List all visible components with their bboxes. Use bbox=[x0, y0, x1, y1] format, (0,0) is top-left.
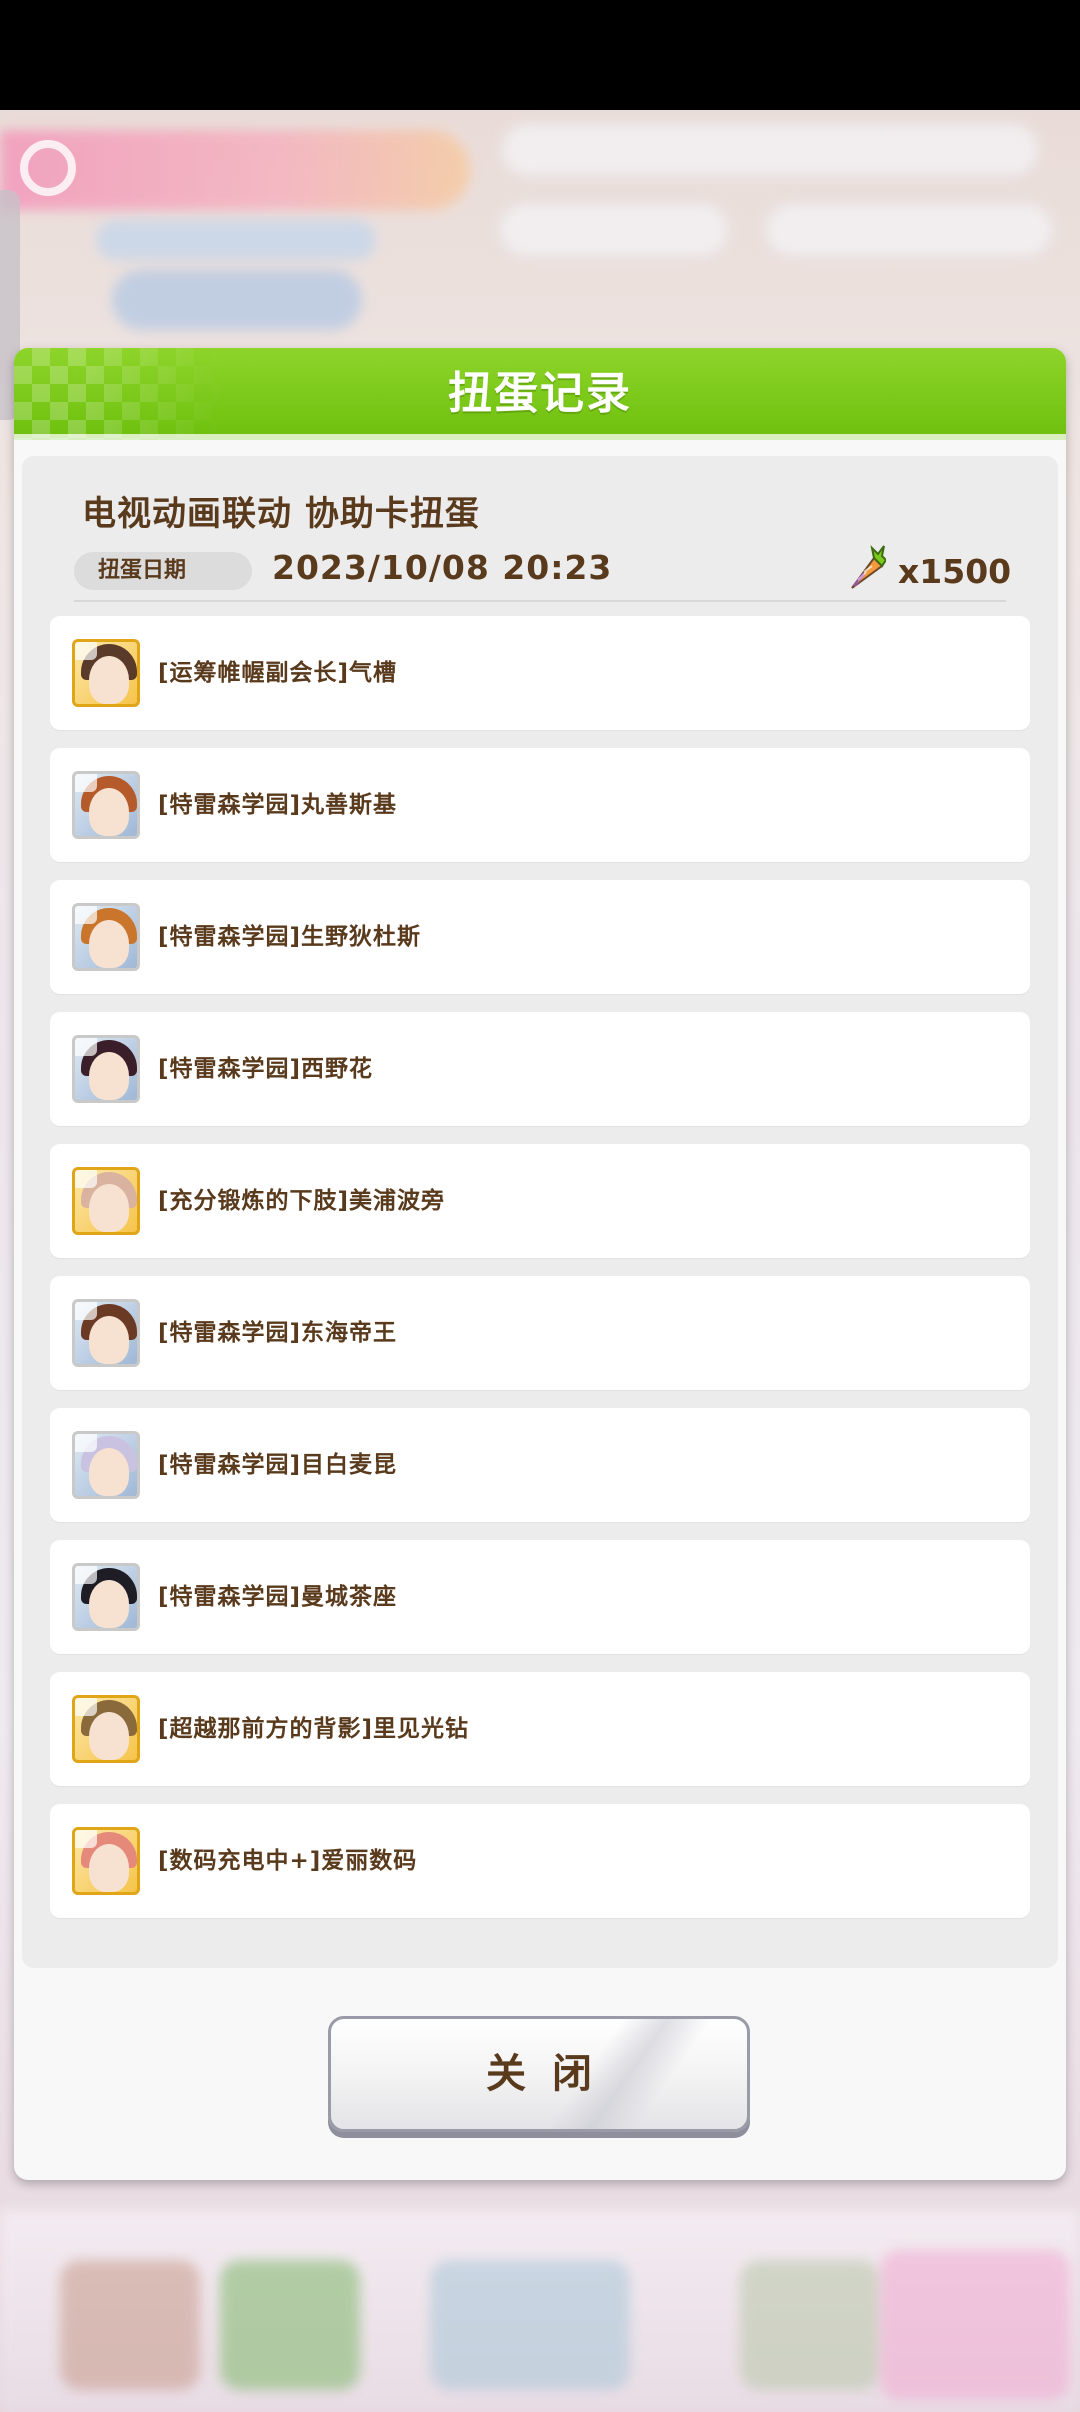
support-card-thumbnail-icon bbox=[72, 639, 140, 707]
support-card-thumbnail-icon bbox=[72, 1695, 140, 1763]
result-row[interactable]: [特雷森学园]丸善斯基 bbox=[50, 748, 1030, 862]
portrait-face bbox=[89, 1844, 129, 1892]
background-footer-item-3 bbox=[430, 2260, 630, 2390]
portrait-face bbox=[89, 788, 129, 836]
rarity-badge-icon bbox=[75, 1434, 97, 1452]
rarity-badge-icon bbox=[75, 1698, 97, 1716]
result-label: [特雷森学园]东海帝王 bbox=[158, 1320, 398, 1346]
support-card-thumbnail-icon bbox=[72, 1563, 140, 1631]
portrait-face bbox=[89, 920, 129, 968]
result-label: [数码充电中+]爱丽数码 bbox=[158, 1848, 418, 1874]
support-card-thumbnail-icon bbox=[72, 1431, 140, 1499]
rarity-badge-icon bbox=[75, 1830, 97, 1848]
background-footer-item-5 bbox=[880, 2250, 1070, 2400]
divider bbox=[74, 600, 1006, 602]
rarity-badge-icon bbox=[75, 1170, 97, 1188]
close-button[interactable]: 关闭 bbox=[328, 2016, 750, 2132]
dialog-header: 扭蛋记录 bbox=[14, 348, 1066, 440]
close-button-label: 关闭 bbox=[486, 2051, 618, 2097]
back-icon bbox=[20, 140, 76, 196]
portrait-face bbox=[89, 1316, 129, 1364]
banner-name: 电视动画联动 协助卡扭蛋 bbox=[82, 494, 480, 534]
history-panel: 电视动画联动 协助卡扭蛋 扭蛋日期 2023/10/08 20:23 x1500… bbox=[22, 456, 1058, 1968]
background-logo-plate bbox=[112, 270, 362, 330]
date-label: 扭蛋日期 bbox=[74, 552, 252, 590]
result-label: [特雷森学园]曼城茶座 bbox=[158, 1584, 398, 1610]
result-label: [特雷森学园]西野花 bbox=[158, 1056, 374, 1082]
background-footer-item-1 bbox=[60, 2260, 200, 2390]
result-list: [运筹帷幄副会长]气槽 [特雷森学园]丸善斯基 [特雷森学园]生野狄杜斯 [特雷森学园… bbox=[50, 616, 1030, 1936]
background-footer-item-4 bbox=[740, 2260, 880, 2390]
status-bar bbox=[0, 0, 1080, 110]
support-card-thumbnail-icon bbox=[72, 1299, 140, 1367]
dialog-title: 扭蛋记录 bbox=[448, 368, 632, 419]
rarity-badge-icon bbox=[75, 774, 97, 792]
background-subtitle-plate bbox=[96, 220, 376, 260]
portrait-face bbox=[89, 1184, 129, 1232]
result-label: [特雷森学园]丸善斯基 bbox=[158, 792, 398, 818]
portrait-face bbox=[89, 1580, 129, 1628]
background-pill-left bbox=[498, 202, 730, 258]
rarity-badge-icon bbox=[75, 1038, 97, 1056]
support-card-thumbnail-icon bbox=[72, 1827, 140, 1895]
rarity-badge-icon bbox=[75, 906, 97, 924]
background-currency-bar bbox=[500, 122, 1040, 178]
support-card-thumbnail-icon bbox=[72, 1167, 140, 1235]
rarity-badge-icon bbox=[75, 1566, 97, 1584]
background-footer-item-2 bbox=[220, 2260, 360, 2390]
portrait-face bbox=[89, 1052, 129, 1100]
result-label: [特雷森学园]目白麦昆 bbox=[158, 1452, 398, 1478]
result-row[interactable]: [数码充电中+]爱丽数码 bbox=[50, 1804, 1030, 1918]
result-row[interactable]: [超越那前方的背影]里见光钻 bbox=[50, 1672, 1030, 1786]
support-card-thumbnail-icon bbox=[72, 1035, 140, 1103]
background-pill-right bbox=[764, 202, 1054, 258]
result-row[interactable]: [特雷森学园]曼城茶座 bbox=[50, 1540, 1030, 1654]
cost-value: x1500 bbox=[898, 552, 1012, 591]
portrait-face bbox=[89, 1712, 129, 1760]
result-label: [运筹帷幄副会长]气槽 bbox=[158, 660, 398, 686]
rarity-badge-icon bbox=[75, 642, 97, 660]
result-label: [超越那前方的背影]里见光钻 bbox=[158, 1716, 470, 1742]
result-label: [特雷森学园]生野狄杜斯 bbox=[158, 924, 422, 950]
result-label: [充分锻炼的下肢]美浦波旁 bbox=[158, 1188, 446, 1214]
rarity-badge-icon bbox=[75, 1302, 97, 1320]
result-row[interactable]: [运筹帷幄副会长]气槽 bbox=[50, 616, 1030, 730]
result-row[interactable]: [特雷森学园]西野花 bbox=[50, 1012, 1030, 1126]
support-card-thumbnail-icon bbox=[72, 771, 140, 839]
portrait-face bbox=[89, 1448, 129, 1496]
result-row[interactable]: [特雷森学园]东海帝王 bbox=[50, 1276, 1030, 1390]
date-value: 2023/10/08 20:23 bbox=[272, 548, 613, 587]
support-card-thumbnail-icon bbox=[72, 903, 140, 971]
gacha-history-dialog: 扭蛋记录 电视动画联动 协助卡扭蛋 扭蛋日期 2023/10/08 20:23 … bbox=[14, 348, 1066, 2180]
result-row[interactable]: [充分锻炼的下肢]美浦波旁 bbox=[50, 1144, 1030, 1258]
result-row[interactable]: [特雷森学园]生野狄杜斯 bbox=[50, 880, 1030, 994]
portrait-face bbox=[89, 656, 129, 704]
result-row[interactable]: [特雷森学园]目白麦昆 bbox=[50, 1408, 1030, 1522]
carrot-icon bbox=[851, 544, 886, 589]
